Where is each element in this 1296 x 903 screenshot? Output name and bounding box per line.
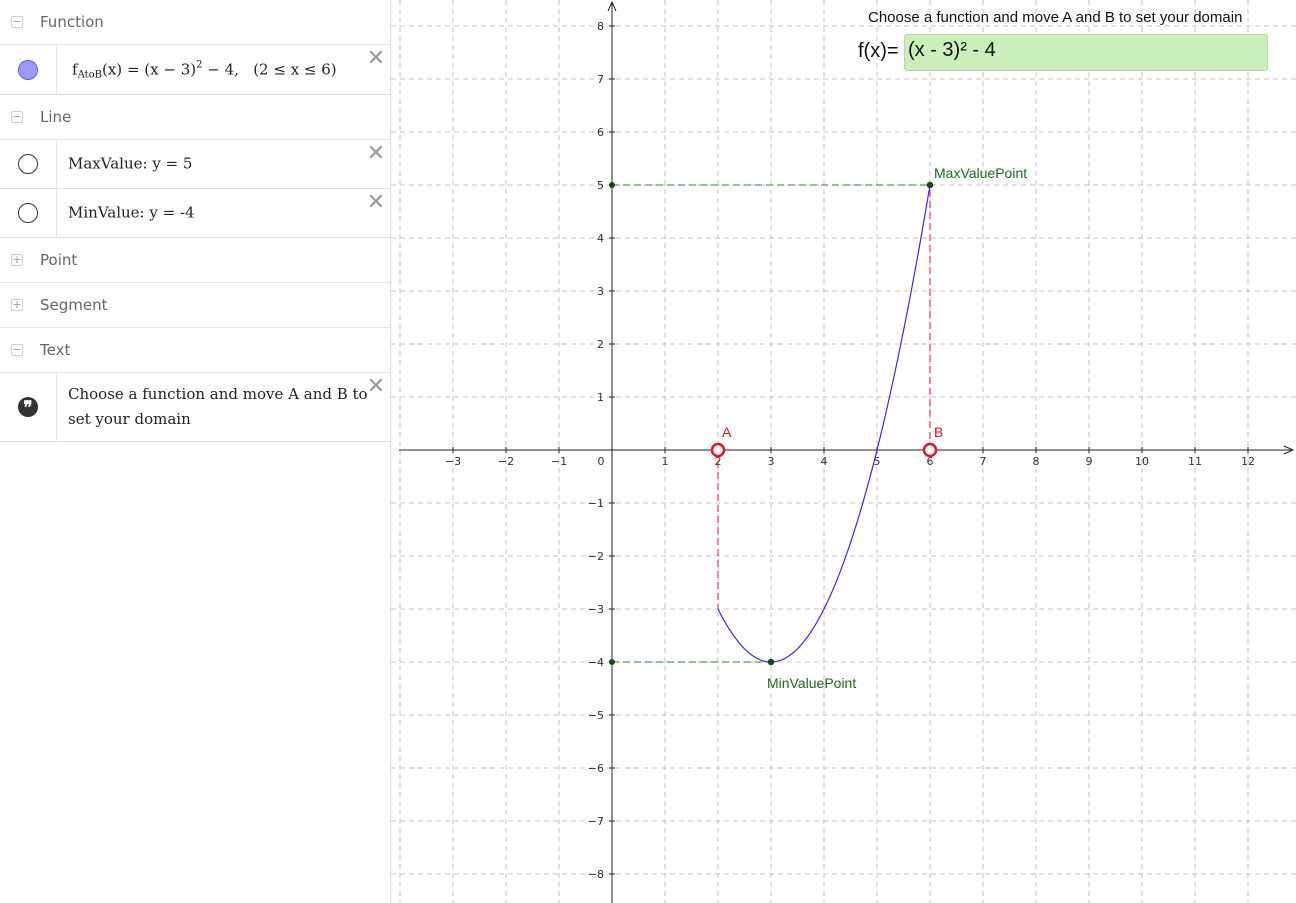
y-tick-label: −3: [588, 603, 604, 616]
min-value-point-label: MinValuePoint: [767, 675, 856, 691]
instruction-text: Choose a function and move A and B to se…: [868, 9, 1243, 26]
text-item[interactable]: ❞ Choose a function and move A and B to …: [0, 373, 390, 442]
group-line[interactable]: − Line: [0, 95, 390, 140]
group-label: Text: [40, 341, 71, 359]
min-value-axis-point: [609, 659, 615, 665]
min-value-point[interactable]: [767, 658, 775, 666]
y-tick-label: −1: [588, 497, 604, 510]
group-text[interactable]: − Text: [0, 328, 390, 373]
graphics-view[interactable]: −3−2−1012345678910111212345678−1−2−3−4−5…: [391, 0, 1296, 903]
function-input[interactable]: (x - 3)² - 4: [904, 34, 1268, 71]
x-tick-label: 1: [662, 455, 669, 468]
x-tick-label: 7: [980, 455, 987, 468]
x-tick-label: −1: [551, 455, 567, 468]
collapse-icon[interactable]: −: [11, 344, 23, 356]
x-tick-label: 8: [1033, 455, 1040, 468]
function-definition[interactable]: fAtoB(x) = (x − 3)2 − 4, (2 ≤ x ≤ 6): [72, 52, 372, 87]
function-arg: (x): [102, 60, 123, 78]
input-label: f(x)=: [858, 40, 899, 62]
visibility-toggle[interactable]: [0, 140, 57, 188]
line-item-maxvalue[interactable]: MaxValue: y = 5 ✕: [0, 140, 390, 189]
visibility-toggle[interactable]: [0, 45, 57, 94]
group-label: Function: [40, 13, 104, 31]
group-segment[interactable]: + Segment: [0, 283, 390, 328]
y-tick-label: 2: [597, 338, 604, 351]
y-tick-label: −7: [588, 815, 604, 828]
point-b-label: B: [934, 424, 943, 440]
quote-icon[interactable]: ❞: [18, 397, 38, 418]
visibility-toggle[interactable]: [0, 189, 57, 237]
y-tick-label: 7: [597, 73, 604, 86]
x-tick-label: 10: [1135, 455, 1149, 468]
y-tick-label: −8: [588, 868, 604, 881]
max-value-axis-point: [609, 182, 615, 188]
grid: [391, 0, 1296, 903]
max-value-point[interactable]: [926, 181, 934, 189]
line-item-minvalue[interactable]: MinValue: y = -4 ✕: [0, 189, 390, 238]
point-b[interactable]: [922, 442, 938, 458]
x-tick-label: 11: [1188, 455, 1202, 468]
function-item[interactable]: fAtoB(x) = (x − 3)2 − 4, (2 ≤ x ≤ 6) ✕: [0, 45, 390, 95]
function-rest: − 4,: [202, 60, 239, 78]
x-tick-label: 4: [821, 455, 828, 468]
visibility-dot-icon[interactable]: [18, 154, 38, 174]
y-tick-label: 8: [597, 20, 604, 33]
close-icon[interactable]: ✕: [366, 143, 386, 165]
x-tick-label: 3: [768, 455, 775, 468]
group-function[interactable]: − Function: [0, 0, 390, 45]
y-tick-label: −2: [588, 550, 604, 563]
y-tick-label: 4: [597, 232, 604, 245]
close-icon[interactable]: ✕: [366, 192, 386, 214]
y-tick-label: 3: [597, 285, 604, 298]
group-label: Point: [40, 251, 78, 269]
y-tick-label: −5: [588, 709, 604, 722]
y-tick-label: 1: [597, 391, 604, 404]
group-label: Line: [40, 108, 72, 126]
function-eq: =: [122, 60, 145, 78]
group-point[interactable]: + Point: [0, 238, 390, 283]
close-icon[interactable]: ✕: [366, 48, 386, 70]
x-tick-label: −2: [498, 455, 514, 468]
group-label: Segment: [40, 296, 108, 314]
algebra-panel: − Function fAtoB(x) = (x − 3)2 − 4, (2 ≤…: [0, 0, 391, 903]
visibility-dot-icon[interactable]: [18, 59, 38, 80]
x-tick-label: −3: [445, 455, 461, 468]
close-icon[interactable]: ✕: [366, 376, 386, 398]
y-tick-label: 6: [597, 126, 604, 139]
point-a-label: A: [722, 424, 732, 440]
y-tick-label: −4: [588, 656, 604, 669]
x-tick-label: 9: [1086, 455, 1093, 468]
function-base: (x − 3): [144, 60, 197, 78]
text-definition[interactable]: Choose a function and move A and B to se…: [68, 382, 372, 432]
visibility-toggle[interactable]: ❞: [0, 373, 57, 441]
expand-icon[interactable]: +: [11, 254, 23, 266]
collapse-icon[interactable]: −: [11, 111, 23, 123]
y-tick-label: −6: [588, 762, 604, 775]
plot: MaxValuePoint MinValuePoint A B: [609, 165, 1027, 691]
line-definition[interactable]: MinValue: y = -4: [68, 201, 372, 226]
max-value-point-label: MaxValuePoint: [934, 165, 1027, 181]
line-definition[interactable]: MaxValue: y = 5: [68, 152, 372, 177]
expand-icon[interactable]: +: [11, 299, 23, 311]
function-subscript: AtoB: [77, 69, 102, 80]
x-tick-label: 12: [1241, 455, 1255, 468]
function-domain: (2 ≤ x ≤ 6): [253, 60, 337, 78]
y-tick-label: 5: [597, 179, 604, 192]
collapse-icon[interactable]: −: [11, 16, 23, 28]
visibility-dot-icon[interactable]: [18, 203, 38, 223]
x-tick-label: 0: [598, 455, 605, 468]
point-a[interactable]: [710, 442, 726, 458]
